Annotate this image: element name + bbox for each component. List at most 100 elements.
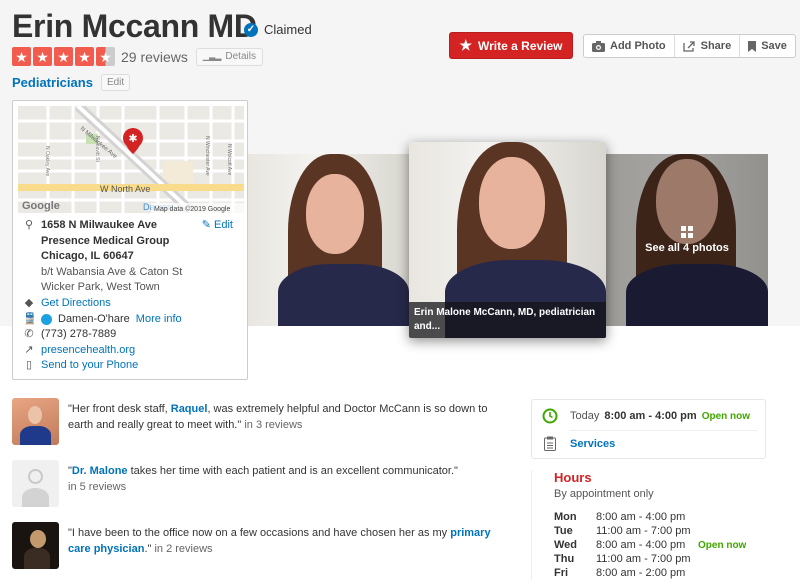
half-star-icon: ★ <box>96 47 115 66</box>
hours-row: Thu 11:00 am - 7:00 pm <box>554 552 771 566</box>
write-review-button[interactable]: ★ Write a Review <box>449 32 573 59</box>
hours-day: Thu <box>554 553 575 565</box>
pencil-icon: ✎ <box>201 219 211 231</box>
tip-quote: "I have been to the office now on a few … <box>68 527 451 539</box>
details-label: Details <box>225 51 256 62</box>
tip-review-count[interactable]: in 5 reviews <box>68 481 126 493</box>
save-label: Save <box>761 40 787 52</box>
save-button[interactable]: Save <box>740 35 795 57</box>
hours-subtitle: By appointment only <box>554 488 654 500</box>
cross-streets: b/t Wabansia Ave & Caton St <box>41 265 183 278</box>
hours-section: Hours By appointment only Mon 8:00 am - 4… <box>531 470 771 580</box>
review-highlight: "Her front desk staff, Raquel, was extre… <box>12 398 512 458</box>
address-block: ⚲ 1658 N Milwaukee Ave Presence Medical … <box>23 218 243 374</box>
map-street-label: W North Ave <box>100 184 150 194</box>
hours-time: 8:00 am - 4:00 pm <box>596 511 686 523</box>
write-review-label: Write a Review <box>478 38 563 53</box>
category-row: Pediatricians Edit <box>12 74 131 91</box>
phone-icon: ✆ <box>24 328 34 341</box>
today-hours: Today 8:00 am - 4:00 pm Open now <box>570 410 750 422</box>
clipboard-icon <box>544 436 556 451</box>
star-rating: ★ ★ ★ ★ ★ <box>12 47 115 66</box>
hours-day: Mon <box>554 511 577 523</box>
hours-time: 11:00 am - 7:00 pm <box>596 525 691 537</box>
edit-address-link[interactable]: ✎ Edit <box>202 218 233 234</box>
claimed-badge[interactable]: ✓ Claimed <box>244 22 312 37</box>
edit-category-button[interactable]: Edit <box>100 74 131 91</box>
map-marker-icon: ⚲ <box>24 219 34 231</box>
star-icon: ★ <box>33 47 52 66</box>
tip-keyword-link[interactable]: Dr. Malone <box>72 465 128 477</box>
photo-thumbnail[interactable] <box>248 154 409 326</box>
get-directions-link[interactable]: Get Directions <box>41 296 111 312</box>
hours-table: Mon 8:00 am - 4:00 pm Tue 11:00 am - 7:00 … <box>554 510 771 580</box>
hours-day: Tue <box>554 525 573 537</box>
review-highlights: "Her front desk staff, Raquel, was extre… <box>12 398 512 584</box>
verified-check-icon: ✓ <box>244 22 258 37</box>
default-avatar-icon[interactable] <box>12 460 59 507</box>
external-link-icon: ↗ <box>24 343 34 356</box>
bookmark-icon <box>748 40 757 52</box>
add-photo-button[interactable]: Add Photo <box>584 35 675 57</box>
directions-icon: ◆ <box>24 296 34 309</box>
today-hours-value: 8:00 am - 4:00 pm <box>604 410 697 422</box>
transit-more-info-link[interactable]: More info <box>136 312 182 328</box>
review-highlight: "Dr. Malone takes her time with each pat… <box>12 460 512 520</box>
address-line1: 1658 N Milwaukee Ave <box>41 219 157 231</box>
website-link[interactable]: presencehealth.org <box>41 343 135 359</box>
map[interactable]: N Milwaukee Ave W North Ave N Oakley Ave… <box>18 106 244 213</box>
tip-review-count[interactable]: in 2 reviews <box>151 543 212 555</box>
hours-row: Wed 8:00 am - 4:00 pm Open now <box>554 538 771 552</box>
share-button[interactable]: Share <box>675 35 741 57</box>
add-photo-label: Add Photo <box>610 40 666 52</box>
photo-strip: Erin Malone McCann, MD, pediatrician and… <box>248 142 768 338</box>
send-to-phone-link[interactable]: Send to your Phone <box>41 358 138 374</box>
details-button[interactable]: ▁▃▂ Details <box>195 47 263 66</box>
see-all-photos-tile[interactable]: See all 4 photos <box>606 154 768 326</box>
hours-time: 8:00 am - 4:00 pm <box>596 539 686 551</box>
share-icon <box>682 40 695 52</box>
bar-chart-icon: ▁▃▂ <box>202 52 222 61</box>
tip-quote: takes her time with each patient and is … <box>127 465 458 477</box>
hours-time: 8:00 am - 2:00 pm <box>596 567 686 579</box>
hours-row: Fri 8:00 am - 2:00 pm <box>554 566 771 580</box>
svg-text:N Winchester Ave: N Winchester Ave <box>204 136 210 176</box>
see-all-photos-label: See all 4 photos <box>645 242 729 254</box>
today-label: Today <box>570 410 600 422</box>
tip-keyword-link[interactable]: Raquel <box>171 403 208 415</box>
tip-review-count[interactable]: in 3 reviews <box>241 419 302 431</box>
action-buttons: Add Photo Share Save <box>583 34 796 58</box>
business-summary-box: Today 8:00 am - 4:00 pm Open now Service… <box>531 399 766 459</box>
star-icon: ★ <box>459 37 473 53</box>
hours-time: 11:00 am - 7:00 pm <box>596 553 691 565</box>
business-name: Erin Mccann MD <box>12 8 257 44</box>
share-label: Share <box>700 40 732 52</box>
star-icon: ★ <box>12 47 31 66</box>
reviewer-avatar[interactable] <box>12 522 59 569</box>
transit-station: Damen-O'hare <box>58 312 130 325</box>
phone-number: (773) 278-7889 <box>41 328 117 341</box>
review-count[interactable]: 29 reviews <box>121 49 188 65</box>
category-link[interactable]: Pediatricians <box>12 75 93 90</box>
photo-caption: Erin Malone McCann, MD, pediatrician and… <box>409 302 606 338</box>
mobile-phone-icon: ▯ <box>25 359 33 372</box>
neighborhood: Wicker Park, West Town <box>41 281 160 294</box>
map-attribution: Map data ©2019 Google <box>154 205 230 213</box>
hours-row: Mon 8:00 am - 4:00 pm <box>554 510 771 524</box>
hours-day: Wed <box>554 539 578 551</box>
reviewer-avatar[interactable] <box>12 398 59 445</box>
grid-icon <box>681 226 693 238</box>
review-highlight: "I have been to the office now on a few … <box>12 522 512 582</box>
claimed-label: Claimed <box>264 22 312 37</box>
featured-photo[interactable]: Erin Malone McCann, MD, pediatrician and… <box>409 142 606 338</box>
hours-status: Open now <box>698 539 747 551</box>
map-graphic: N Milwaukee Ave W North Ave N Oakley Ave… <box>18 106 244 213</box>
services-link[interactable]: Services <box>570 438 615 450</box>
hours-row: Tue 11:00 am - 7:00 pm <box>554 524 771 538</box>
camera-icon <box>592 40 605 52</box>
rating-row: ★ ★ ★ ★ ★ 29 reviews ▁▃▂ Details <box>12 47 263 66</box>
google-logo: Google <box>22 200 60 212</box>
train-icon: 🚆 <box>23 312 37 325</box>
star-icon: ★ <box>54 47 73 66</box>
star-icon: ★ <box>75 47 94 66</box>
